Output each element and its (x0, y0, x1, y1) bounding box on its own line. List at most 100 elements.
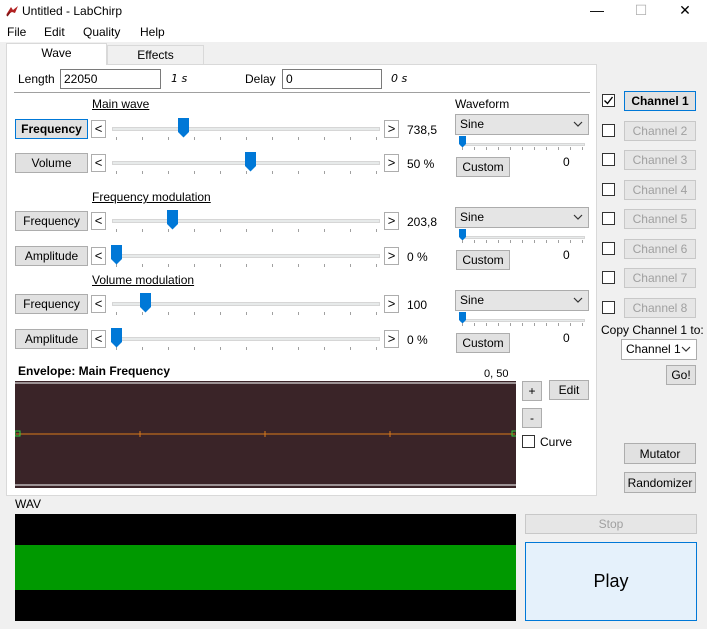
main_vol-decrease-button[interactable]: < (91, 154, 106, 172)
menu-file[interactable]: File (7, 25, 26, 39)
menu-edit[interactable]: Edit (44, 25, 65, 39)
fm_freq-slider-track[interactable] (112, 219, 380, 223)
vm_amp-slider-track[interactable] (112, 337, 380, 341)
fm_amp-decrease-button[interactable]: < (91, 247, 106, 265)
slider-tick (298, 312, 299, 315)
copy-target-select[interactable]: Channel 1 (621, 339, 697, 360)
channel-4-button[interactable]: Channel 4 (624, 180, 696, 200)
waveform-tick (534, 147, 535, 150)
waveform-select-2[interactable]: Sine (455, 207, 589, 228)
envelope-add-point-button[interactable]: + (522, 381, 542, 401)
volume-modulation-heading: Volume modulation (92, 273, 195, 287)
vm_freq-increase-button[interactable]: > (384, 295, 399, 313)
waveform-param-slider-3[interactable] (460, 319, 585, 322)
channel-4-checkbox[interactable] (602, 183, 615, 196)
waveform-tick (510, 323, 511, 326)
slider-tick (168, 347, 169, 350)
main_freq-button[interactable]: Frequency (15, 119, 88, 139)
waveform-param-slider-2[interactable] (460, 236, 585, 239)
slider-tick (220, 171, 221, 174)
vm_freq-decrease-button[interactable]: < (91, 295, 106, 313)
channel-8-checkbox[interactable] (602, 301, 615, 314)
vm_freq-slider-track[interactable] (112, 302, 380, 306)
maximize-button[interactable]: ☐ (618, 0, 664, 22)
mutator-button[interactable]: Mutator (624, 443, 696, 464)
fm_freq-increase-button[interactable]: > (384, 212, 399, 230)
fm_amp-slider-thumb[interactable] (111, 245, 122, 265)
main_freq-increase-button[interactable]: > (384, 120, 399, 138)
waveform-select-3[interactable]: Sine (455, 290, 589, 311)
slider-tick (376, 347, 377, 350)
channel-2-checkbox[interactable] (602, 124, 615, 137)
slider-tick (220, 229, 221, 232)
slider-tick (220, 312, 221, 315)
waveform-select-1[interactable]: Sine (455, 114, 589, 135)
main_freq-decrease-button[interactable]: < (91, 120, 106, 138)
wav-waveform (15, 545, 516, 590)
go-button[interactable]: Go! (666, 365, 696, 385)
close-button[interactable]: ✕ (662, 0, 707, 22)
waveform-param-slider-1[interactable] (460, 143, 585, 146)
fm_amp-slider-track[interactable] (112, 254, 380, 258)
tab-effects[interactable]: Effects (107, 45, 204, 65)
channel-7-checkbox[interactable] (602, 271, 615, 284)
channel-5-checkbox[interactable] (602, 212, 615, 225)
curve-checkbox[interactable] (522, 435, 535, 448)
vm_freq-slider-thumb[interactable] (140, 293, 151, 313)
channel-2-button[interactable]: Channel 2 (624, 121, 696, 141)
chevron-down-icon (681, 346, 691, 352)
randomizer-button[interactable]: Randomizer (624, 472, 696, 493)
fm_amp-button[interactable]: Amplitude (15, 246, 88, 266)
main_vol-button[interactable]: Volume (15, 153, 88, 173)
channel-3-checkbox[interactable] (602, 153, 615, 166)
slider-tick (324, 312, 325, 315)
vm_amp-button[interactable]: Amplitude (15, 329, 88, 349)
channel-1-button[interactable]: Channel 1 (624, 91, 696, 111)
minimize-button[interactable]: — (574, 0, 620, 22)
fm_freq-button[interactable]: Frequency (15, 211, 88, 231)
custom-waveform-button-1[interactable]: Custom (456, 157, 510, 177)
stop-button[interactable]: Stop (525, 514, 697, 534)
envelope-editor[interactable] (15, 381, 516, 488)
fm_freq-decrease-button[interactable]: < (91, 212, 106, 230)
channel-6-checkbox[interactable] (602, 242, 615, 255)
envelope-remove-point-button[interactable]: - (522, 408, 542, 428)
vm_amp-decrease-button[interactable]: < (91, 330, 106, 348)
custom-waveform-button-2[interactable]: Custom (456, 250, 510, 270)
tab-wave[interactable]: Wave (6, 43, 107, 65)
waveform-param-value-3: 0 (563, 331, 570, 345)
slider-tick (194, 312, 195, 315)
slider-tick (298, 229, 299, 232)
vm_freq-button[interactable]: Frequency (15, 294, 88, 314)
delay-input[interactable]: 0 (282, 69, 382, 89)
envelope-edit-button[interactable]: Edit (549, 380, 589, 400)
channel-5-button[interactable]: Channel 5 (624, 209, 696, 229)
fm_amp-value: 0 % (407, 250, 428, 264)
fm_freq-slider-thumb[interactable] (167, 210, 178, 230)
channel-8-button[interactable]: Channel 8 (624, 298, 696, 318)
waveform-param-value-1: 0 (563, 155, 570, 169)
play-button[interactable]: Play (525, 542, 697, 621)
channel-7-button[interactable]: Channel 7 (624, 268, 696, 288)
channel-6-button[interactable]: Channel 6 (624, 239, 696, 259)
envelope-coords: 0, 50 (484, 368, 509, 380)
channel-1-checkbox[interactable] (602, 94, 615, 107)
main_vol-slider-thumb[interactable] (245, 152, 256, 172)
menu-help[interactable]: Help (140, 25, 165, 39)
menu-quality[interactable]: Quality (83, 25, 120, 39)
slider-tick (194, 229, 195, 232)
main_freq-value: 738,5 (407, 123, 438, 137)
vm_amp-slider-thumb[interactable] (111, 328, 122, 348)
main_freq-slider-track[interactable] (112, 127, 380, 131)
custom-waveform-button-3[interactable]: Custom (456, 333, 510, 353)
fm_amp-increase-button[interactable]: > (384, 247, 399, 265)
main-wave-heading: Main wave (92, 97, 150, 111)
length-input[interactable]: 22050 (60, 69, 161, 89)
waveform-tick (474, 323, 475, 326)
vm_amp-increase-button[interactable]: > (384, 330, 399, 348)
main_vol-increase-button[interactable]: > (384, 154, 399, 172)
main_freq-slider-thumb[interactable] (178, 118, 189, 138)
channel-3-button[interactable]: Channel 3 (624, 150, 696, 170)
slider-tick (116, 312, 117, 315)
slider-tick (194, 137, 195, 140)
